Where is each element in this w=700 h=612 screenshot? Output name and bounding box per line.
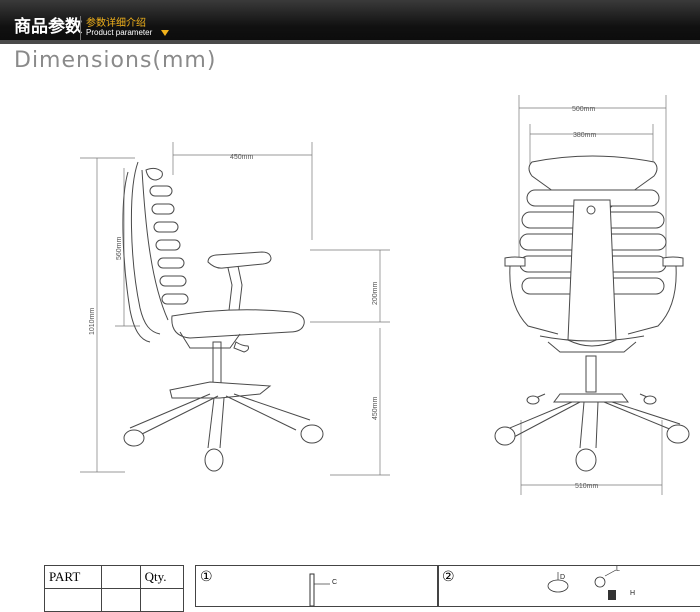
chair-dimension-drawing: 450mm 1010mm 560mm 200mm 450mm 500mm 380… bbox=[80, 95, 690, 495]
part-label-l: L bbox=[616, 566, 620, 573]
part-label-c: C bbox=[332, 579, 338, 586]
header-subtitle-cn: 参数详细介绍 bbox=[86, 18, 146, 29]
side-view: 450mm 1010mm 560mm 200mm 450mm bbox=[80, 142, 390, 476]
part-box-1: ① C bbox=[195, 565, 439, 607]
part-header-blank bbox=[100, 565, 141, 589]
front-outer-width-dim: 500mm bbox=[572, 106, 596, 113]
header-divider bbox=[80, 16, 81, 40]
part-label-d: D bbox=[560, 574, 566, 581]
side-arm-height-dim: 200mm bbox=[372, 281, 379, 305]
side-depth-dim: 450mm bbox=[230, 154, 254, 161]
parts-table: PART Qty. bbox=[44, 565, 185, 612]
part-number-1: ① bbox=[200, 569, 213, 585]
part-header: PART bbox=[44, 565, 102, 589]
header-title: 商品参数 bbox=[14, 17, 82, 37]
dimensions-heading: Dimensions(mm) bbox=[14, 48, 217, 73]
header-edge bbox=[0, 40, 700, 44]
part-cell bbox=[44, 588, 102, 612]
gas-lift-part-icon bbox=[309, 573, 330, 606]
header-subtitle-en: Product parameter bbox=[86, 28, 153, 37]
qty-cell bbox=[139, 588, 185, 612]
front-base-width-dim: 510mm bbox=[575, 483, 599, 490]
part-number-2: ② bbox=[442, 569, 455, 585]
front-back-width-dim: 380mm bbox=[573, 132, 597, 139]
part-box-2: ② D L H bbox=[437, 565, 700, 607]
header-bar: 商品参数 参数详细介绍 Product parameter bbox=[0, 0, 700, 44]
mechanism-part-icon bbox=[547, 569, 617, 600]
part-label-h: H bbox=[630, 590, 636, 597]
qty-header: Qty. bbox=[139, 565, 185, 589]
side-total-height-dim: 1010mm bbox=[89, 308, 96, 335]
front-view: 500mm 380mm 510mm bbox=[494, 95, 690, 495]
side-back-height-dim: 560mm bbox=[116, 236, 123, 260]
part-cell bbox=[100, 588, 141, 612]
triangle-down-icon bbox=[161, 30, 169, 36]
side-seat-height-dim: 450mm bbox=[372, 396, 379, 420]
parts-section: PART Qty. ① C ② D L H bbox=[0, 545, 700, 612]
